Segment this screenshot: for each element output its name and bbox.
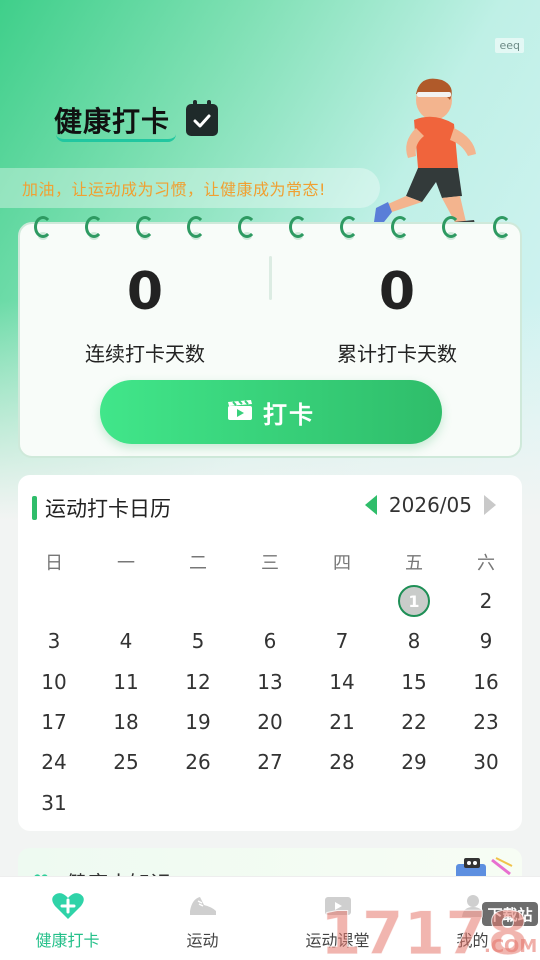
prev-month-icon[interactable] — [364, 495, 377, 515]
calendar-day[interactable]: 28 — [306, 742, 378, 782]
notebook-rings — [34, 216, 514, 246]
calendar-day[interactable]: 14 — [306, 662, 378, 702]
slogan-text: 加油，让运动成为习惯，让健康成为常态! — [22, 180, 326, 199]
watermark-domain: .COM — [484, 936, 537, 957]
calendar-day[interactable]: 16 — [450, 662, 522, 702]
calendar-day[interactable]: 13 — [234, 662, 306, 702]
calendar-day[interactable]: 30 — [450, 742, 522, 782]
calendar-day[interactable]: 24 — [18, 742, 90, 782]
weekday-label: 二 — [189, 553, 207, 574]
calendar-day[interactable]: 18 — [90, 702, 162, 742]
ring — [136, 216, 154, 238]
calendar-day[interactable]: 2 — [450, 581, 522, 621]
calendar-header: 运动打卡日历 — [32, 493, 171, 523]
calendar-day[interactable]: 19 — [162, 702, 234, 742]
calendar-day[interactable]: 29 — [378, 742, 450, 782]
calendar-day[interactable]: 26 — [162, 742, 234, 782]
ring — [391, 216, 409, 238]
ring — [340, 216, 358, 238]
current-month: 2026/05 — [388, 493, 472, 517]
calendar-day[interactable]: 8 — [378, 621, 450, 661]
calendar-day[interactable]: 7 — [306, 621, 378, 661]
calendar-day[interactable]: 21 — [306, 702, 378, 742]
tab-label: 运动 — [186, 931, 219, 950]
calendar-day[interactable]: 3 — [18, 621, 90, 661]
section-accent-bar — [32, 496, 37, 520]
page-title-row: 健康打卡 — [54, 100, 219, 142]
corner-badge: eeq — [495, 38, 524, 53]
checkin-card: 0 连续打卡天数 0 累计打卡天数 打卡 — [18, 216, 522, 458]
calendar-day[interactable]: 27 — [234, 742, 306, 782]
weekday-label: 三 — [261, 553, 279, 574]
site-watermark: 下载站 17178 .COM — [316, 884, 540, 960]
calendar-day[interactable]: 12 — [162, 662, 234, 702]
weekday-label: 四 — [333, 553, 351, 574]
runner-illustration — [362, 72, 492, 232]
weekday-label: 六 — [477, 553, 495, 574]
checkin-button[interactable]: 打卡 — [100, 380, 442, 444]
today-marker: 1 — [398, 585, 430, 617]
total-days-label: 累计打卡天数 — [337, 342, 457, 366]
tab-exercise[interactable]: 运动 — [135, 877, 270, 960]
checkin-button-label: 打卡 — [263, 400, 315, 429]
total-stat: 0 累计打卡天数 — [272, 262, 522, 367]
month-navigator: 2026/05 — [364, 493, 496, 517]
calendar-day[interactable]: 11 — [90, 662, 162, 702]
calendar-day[interactable]: 6 — [234, 621, 306, 661]
calendar-day[interactable]: 23 — [450, 702, 522, 742]
ring — [493, 216, 511, 238]
title-underline — [56, 134, 176, 142]
weekday-row: 日一二三四五六 — [18, 549, 522, 575]
ring — [238, 216, 256, 238]
ring — [289, 216, 307, 238]
tab-health-checkin[interactable]: 健康打卡 — [0, 877, 135, 960]
ring — [34, 216, 52, 238]
calendar-title: 运动打卡日历 — [45, 497, 171, 521]
ring — [85, 216, 103, 238]
weekday-label: 一 — [117, 553, 135, 574]
calendar-day[interactable]: 5 — [162, 621, 234, 661]
clapperboard-icon — [227, 399, 253, 425]
ring — [442, 216, 460, 238]
slogan-banner: 加油，让运动成为习惯，让健康成为常态! — [0, 168, 380, 208]
streak-days-value: 0 — [126, 262, 164, 322]
ring — [187, 216, 205, 238]
checkin-calendar: 运动打卡日历 2026/05 日一二三四五六 1 2 3 4 5 6 7 8 9 10 11 12 13… — [18, 475, 522, 831]
calendar-day[interactable]: 17 — [18, 702, 90, 742]
heart-plus-icon — [51, 891, 84, 921]
total-days-value: 0 — [378, 262, 416, 322]
calendar-day[interactable]: 4 — [90, 621, 162, 661]
calendar-day[interactable]: 22 — [378, 702, 450, 742]
tab-label: 健康打卡 — [35, 931, 100, 950]
weekday-label: 日 — [45, 553, 63, 574]
next-month-icon[interactable] — [484, 495, 496, 515]
calendar-day[interactable]: 15 — [378, 662, 450, 702]
sneaker-icon — [187, 891, 219, 921]
streak-stat: 0 连续打卡天数 — [20, 262, 270, 367]
calendar-day[interactable]: 20 — [234, 702, 306, 742]
calendar-day[interactable]: 9 — [450, 621, 522, 661]
streak-days-label: 连续打卡天数 — [85, 342, 205, 366]
weekday-label: 五 — [405, 553, 423, 574]
calendar-day-today[interactable]: 1 — [378, 581, 450, 621]
calendar-check-icon — [186, 100, 219, 136]
calendar-day[interactable]: 10 — [18, 662, 90, 702]
calendar-day[interactable]: 25 — [90, 742, 162, 782]
calendar-day[interactable]: 31 — [18, 783, 90, 823]
